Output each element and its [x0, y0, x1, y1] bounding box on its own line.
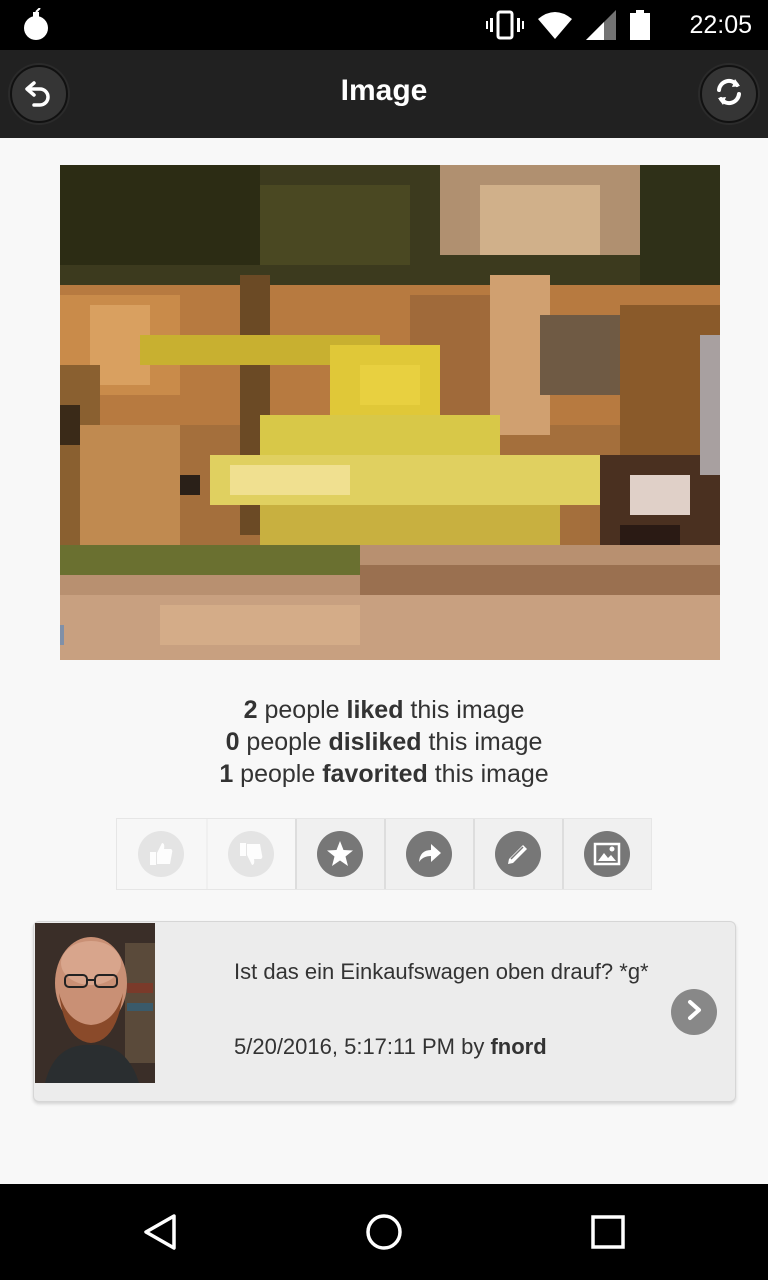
disliked-word: disliked	[328, 728, 422, 756]
thumbs-up-icon	[138, 831, 185, 877]
nav-home-button[interactable]	[362, 1212, 406, 1256]
nav-recents-icon	[588, 1212, 628, 1257]
nav-back-button[interactable]	[138, 1212, 182, 1256]
action-bar	[116, 818, 652, 890]
chevron-right-icon	[683, 999, 705, 1026]
share-icon	[406, 831, 453, 877]
refresh-button[interactable]	[700, 65, 758, 123]
favorite-button[interactable]	[294, 819, 384, 889]
image-stats: 2 people liked this image 0 people disli…	[0, 694, 768, 790]
disliked-pre: people	[239, 728, 329, 756]
avatar	[35, 923, 155, 1083]
vibrate-icon	[486, 10, 524, 45]
favorited-stat: 1 people favorited this image	[0, 758, 768, 790]
comment-timestamp: 5/20/2016, 5:17:11 PM	[234, 1034, 455, 1059]
main-image[interactable]	[60, 165, 720, 660]
app-bomb-icon	[22, 7, 50, 47]
refresh-icon	[713, 76, 745, 113]
image-icon	[584, 831, 631, 877]
like-button[interactable]	[117, 819, 206, 889]
share-button[interactable]	[383, 819, 473, 889]
thumbs-down-icon	[228, 831, 275, 877]
liked-stat: 2 people liked this image	[0, 694, 768, 726]
liked-word: liked	[346, 696, 404, 724]
signal-icon	[586, 10, 616, 45]
nav-recents-button[interactable]	[586, 1212, 630, 1256]
comment-open-button[interactable]	[671, 989, 717, 1035]
pencil-icon	[495, 831, 542, 877]
battery-icon	[630, 10, 650, 45]
favorited-word: favorited	[322, 760, 428, 788]
liked-count: 2	[243, 696, 258, 724]
nav-home-icon	[364, 1212, 404, 1257]
disliked-stat: 0 people disliked this image	[0, 726, 768, 758]
comment-author: fnord	[490, 1034, 547, 1059]
view-image-button[interactable]	[561, 819, 651, 889]
comment-by: by	[454, 1034, 491, 1059]
disliked-count: 0	[225, 728, 240, 756]
comment-meta: 5/20/2016, 5:17:11 PM by fnord	[234, 1034, 547, 1060]
disliked-post: this image	[421, 728, 543, 756]
favorited-count: 1	[219, 760, 234, 788]
liked-pre: people	[257, 696, 347, 724]
star-icon	[317, 831, 364, 877]
header-bar: Image	[0, 50, 768, 138]
dislike-button[interactable]	[205, 819, 295, 889]
system-nav-bar	[0, 1184, 768, 1280]
favorited-post: this image	[427, 760, 549, 788]
status-bar: 22:05	[0, 0, 768, 50]
comment-text: Ist das ein Einkaufswagen oben drauf? *g…	[234, 959, 649, 984]
favorited-pre: people	[233, 760, 323, 788]
wifi-icon	[538, 11, 572, 44]
edit-button[interactable]	[472, 819, 562, 889]
liked-post: this image	[403, 696, 525, 724]
clock: 22:05	[689, 11, 752, 39]
page-title: Image	[340, 74, 428, 107]
comment-card[interactable]: Ist das ein Einkaufswagen oben drauf? *g…	[33, 921, 736, 1102]
nav-back-icon	[140, 1212, 180, 1257]
